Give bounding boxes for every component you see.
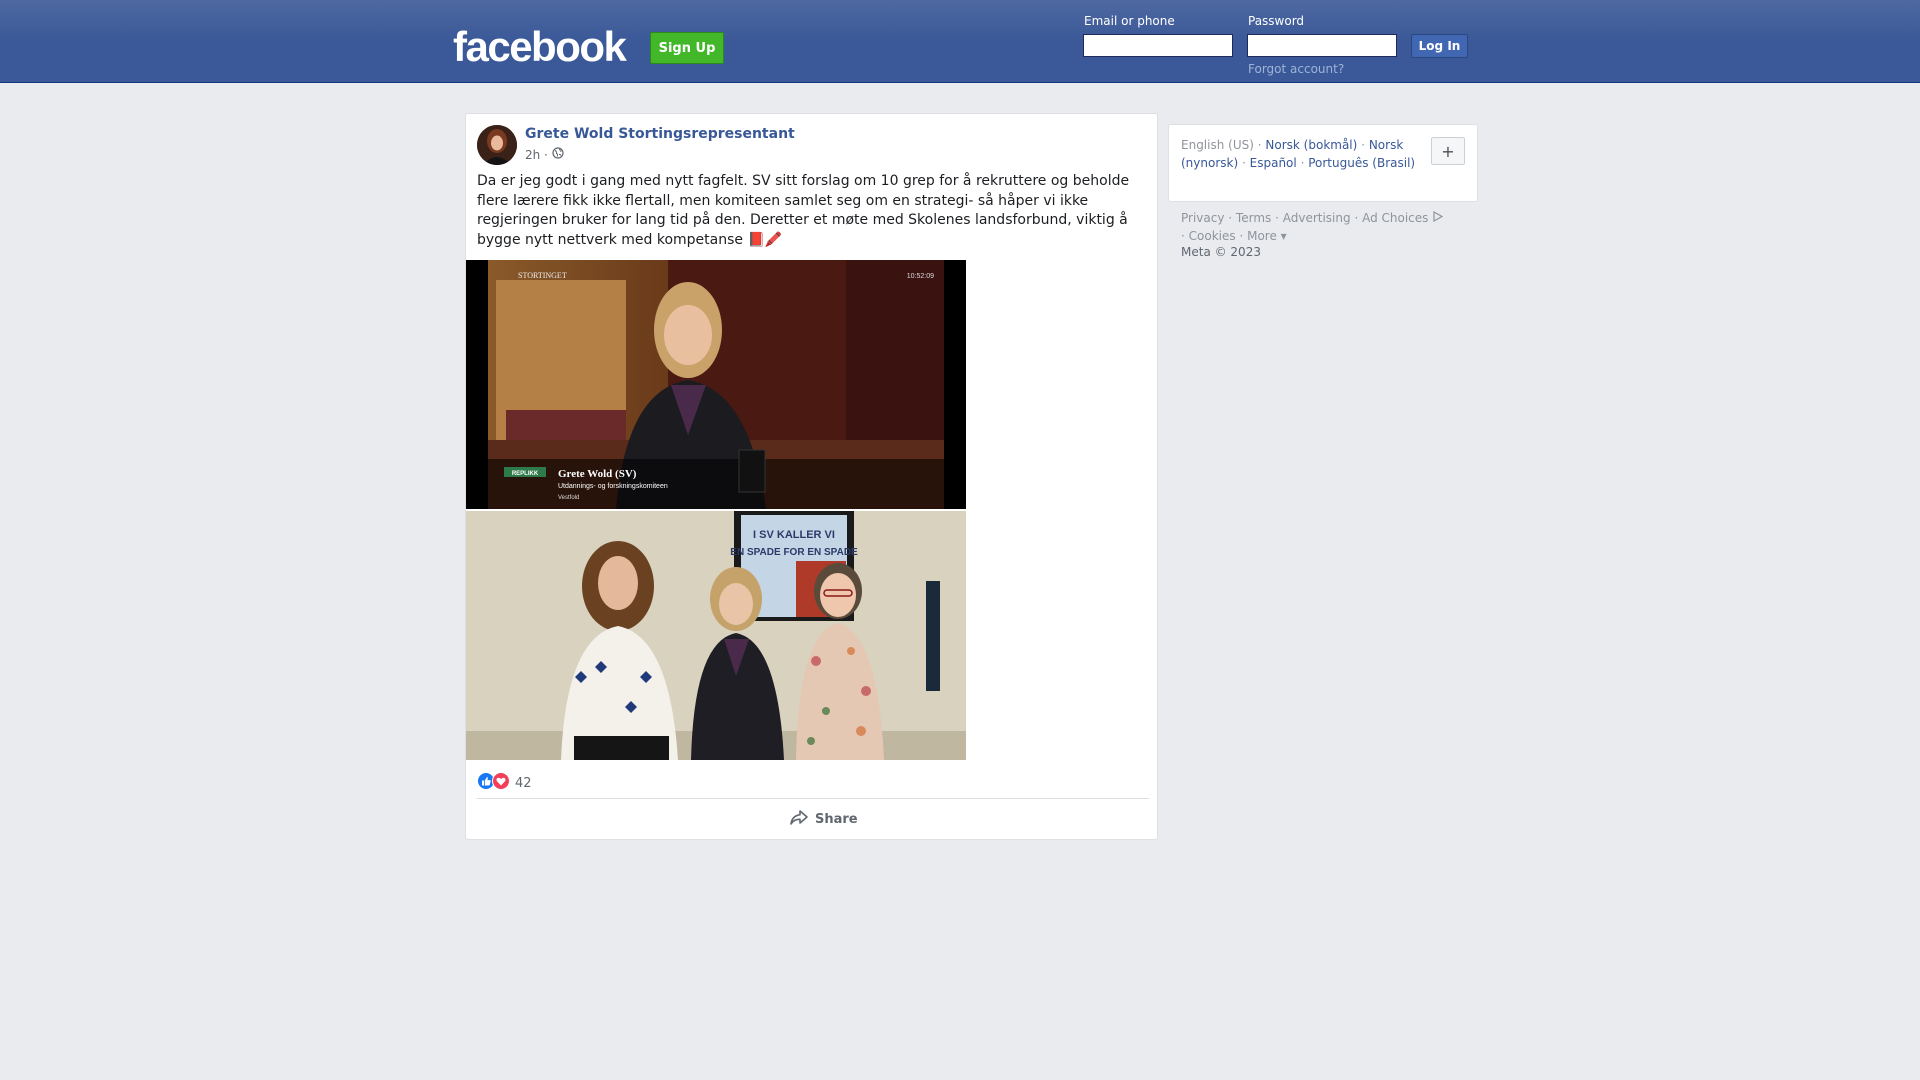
- caret-down-icon: ▾: [1280, 229, 1287, 243]
- avatar[interactable]: [477, 125, 517, 165]
- post-photo-parliament[interactable]: REPLIKK Grete Wold (SV) Utdannings- og f…: [466, 260, 966, 509]
- broadcast-clock: 10:52:09: [907, 273, 934, 280]
- facebook-logo[interactable]: facebook: [453, 22, 627, 72]
- share-icon: [789, 808, 809, 830]
- sign-up-button[interactable]: Sign Up: [650, 32, 724, 64]
- share-button[interactable]: Share: [789, 808, 858, 830]
- broadcast-county: Vestfold: [558, 495, 579, 501]
- post-photo-meeting[interactable]: I SV KALLER VI EN SPADE FOR EN SPADE: [466, 511, 966, 760]
- language-list: English (US) · Norsk (bokmål) · Norsk (n…: [1181, 138, 1416, 170]
- broadcaster-logo: STORTINGET: [518, 271, 567, 280]
- footer-links: Privacy · Terms · Advertising · Ad Choic…: [1181, 209, 1481, 245]
- log-in-button[interactable]: Log In: [1411, 34, 1468, 58]
- copyright: Meta © 2023: [1181, 245, 1261, 259]
- globe-icon: [552, 147, 564, 162]
- post-card: Grete Wold Stortingsrepresentant 2h · Da…: [465, 113, 1158, 840]
- post-timestamp[interactable]: 2h ·: [525, 148, 548, 162]
- top-navigation-bar: facebook Sign Up Email or phone Password…: [0, 0, 1920, 83]
- post-author-name[interactable]: Grete Wold Stortingsrepresentant: [525, 126, 795, 142]
- password-field[interactable]: [1247, 34, 1397, 57]
- language-item-norsk-bokmal[interactable]: Norsk (bokmål): [1265, 138, 1357, 152]
- email-field[interactable]: [1083, 34, 1233, 57]
- love-icon: [492, 772, 510, 794]
- footer-terms-link[interactable]: Terms: [1236, 211, 1271, 225]
- poster-line2: EN SPADE FOR EN SPADE: [730, 547, 858, 558]
- broadcast-speaker-name: Grete Wold (SV): [558, 468, 637, 480]
- reaction-count: 42: [515, 775, 532, 791]
- language-current: English (US): [1181, 138, 1254, 152]
- footer-advertising-link[interactable]: Advertising: [1283, 211, 1351, 225]
- share-label: Share: [815, 811, 858, 827]
- forgot-account-link[interactable]: Forgot account?: [1248, 62, 1344, 76]
- footer-cookies-link[interactable]: Cookies: [1189, 229, 1236, 243]
- language-selector-box: English (US) · Norsk (bokmål) · Norsk (n…: [1168, 124, 1478, 202]
- reactions-summary[interactable]: 42: [477, 772, 532, 794]
- email-label: Email or phone: [1084, 14, 1175, 28]
- add-language-button[interactable]: +: [1431, 137, 1465, 165]
- broadcast-committee: Utdannings- og forskningskomiteen: [558, 483, 668, 490]
- post-meta: 2h ·: [525, 147, 564, 162]
- footer-more-link[interactable]: More ▾: [1247, 229, 1287, 243]
- footer-privacy-link[interactable]: Privacy: [1181, 211, 1224, 225]
- divider: [477, 798, 1149, 799]
- post-text: Da er jeg godt i gang med nytt fagfelt. …: [477, 173, 1130, 248]
- language-item-espanol[interactable]: Español: [1250, 156, 1297, 170]
- poster-line1: I SV KALLER VI: [753, 529, 835, 541]
- password-label: Password: [1248, 14, 1305, 28]
- broadcast-tag: REPLIKK: [512, 471, 539, 477]
- language-item-portugues-brasil[interactable]: Português (Brasil): [1308, 156, 1415, 170]
- ad-choices-icon: [1432, 210, 1444, 225]
- footer-ad-choices-link[interactable]: Ad Choices: [1362, 210, 1444, 225]
